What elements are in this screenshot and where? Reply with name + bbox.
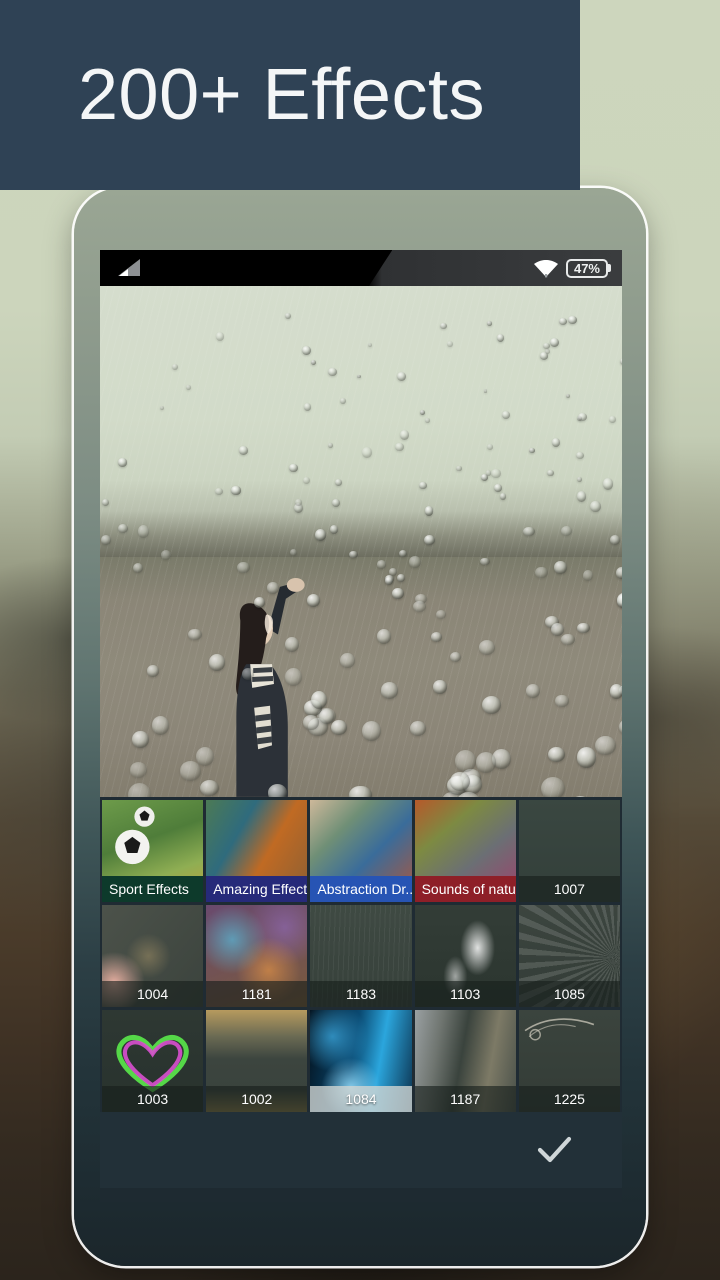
effect-tile-label: 1183 (310, 981, 412, 1007)
effects-thumbnail-grid[interactable]: Sport Effects Amazing Effects Abstraction … (100, 797, 622, 1112)
effect-tile[interactable]: 1085 (518, 905, 620, 1007)
effect-tile-label: 1007 (518, 876, 620, 902)
effect-tile-label: Sport Effects (102, 876, 204, 902)
effect-tile[interactable]: 1084 (310, 1010, 412, 1112)
effect-tile-label: Sounds of natu... (414, 876, 516, 902)
photo-preview[interactable] (100, 286, 622, 797)
bottom-action-bar (100, 1112, 622, 1188)
checkmark-icon[interactable] (532, 1128, 576, 1172)
effect-tile-label: 1103 (414, 981, 516, 1007)
effect-tile[interactable]: 1004 (102, 905, 204, 1007)
wifi-icon (533, 260, 558, 278)
effect-tile[interactable]: 1103 (414, 905, 516, 1007)
effect-tile[interactable]: 1187 (414, 1010, 516, 1112)
effect-pack-tile[interactable]: Amazing Effects (206, 800, 308, 902)
effect-tile[interactable]: 1183 (310, 905, 412, 1007)
effect-tile-label: 1003 (102, 1086, 204, 1112)
effect-tile-label: Amazing Effects (206, 876, 308, 902)
phone-screen: 47% Sport Effects Amazing Effects Abstra… (100, 250, 622, 1202)
effect-tile-label: 1187 (414, 1086, 516, 1112)
effect-tile[interactable]: 1225 (518, 1010, 620, 1112)
promo-banner-title: 200+ Effects (78, 55, 485, 135)
effect-tile[interactable]: 1003 (102, 1010, 204, 1112)
battery-status-badge: 47% (565, 258, 608, 278)
status-bar-right-group: 47% (533, 250, 608, 286)
effect-pack-tile[interactable]: Abstraction Dr... (310, 800, 412, 902)
woman-subject (235, 578, 305, 797)
effect-pack-tile[interactable]: Sport Effects (102, 800, 204, 902)
phone-device-frame: 47% Sport Effects Amazing Effects Abstra… (74, 188, 646, 1266)
effect-tile-label: Abstraction Dr... (310, 876, 412, 902)
effect-tile[interactable]: 1002 (206, 1010, 308, 1112)
effect-pack-tile[interactable]: Sounds of natu... (414, 800, 516, 902)
effect-tile-label: 1225 (518, 1086, 620, 1112)
cell-signal-icon (118, 259, 140, 276)
rain-streaks-overlay (100, 286, 622, 797)
effect-tile-label: 1181 (206, 981, 308, 1007)
effect-tile-label: 1084 (310, 1086, 412, 1112)
status-bar: 47% (100, 250, 622, 286)
effect-tile-label: 1004 (102, 981, 204, 1007)
effect-tile-label: 1002 (206, 1086, 308, 1112)
effect-tile-label: 1085 (518, 981, 620, 1007)
effect-tile[interactable]: 1007 (518, 800, 620, 902)
effect-tile[interactable]: 1181 (206, 905, 308, 1007)
promo-banner: 200+ Effects (0, 0, 580, 190)
